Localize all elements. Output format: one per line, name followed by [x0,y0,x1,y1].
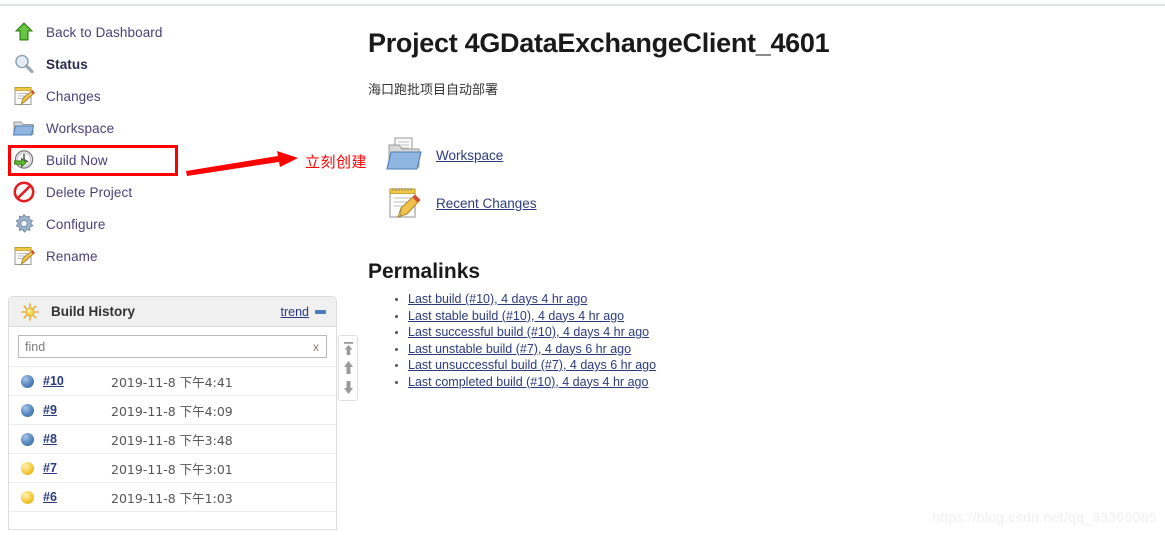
magnifier-icon [12,52,36,76]
build-history-header: Build History trend [9,297,336,327]
build-status-ball [21,403,34,417]
scroll-down-icon[interactable] [342,380,355,395]
notepad-pencil-icon [386,184,424,222]
build-number-link[interactable]: #8 [43,432,111,446]
weather-sun-icon [21,302,39,321]
build-timestamp: 2019-11-8 下午1:03 [111,490,233,506]
list-item: Last successful build (#10), 4 days 4 hr… [408,325,1158,339]
list-item: Last unsuccessful build (#7), 4 days 6 h… [408,358,1158,372]
no-entry-icon [12,180,36,204]
build-history-find-input[interactable] [19,339,326,354]
sidebar-item-label: Status [46,56,88,72]
permalink-link[interactable]: Last unsuccessful build (#7), 4 days 6 h… [408,358,656,372]
build-timestamp: 2019-11-8 下午4:09 [111,403,233,419]
notepad-pencil-icon [12,84,36,108]
permalink-link[interactable]: Last build (#10), 4 days 4 hr ago [408,292,587,306]
build-history-row-spacer [9,511,336,529]
clear-find-icon[interactable]: x [313,339,319,355]
sidebar-tasks: Back to Dashboard Status Changes Workspa… [0,16,345,272]
build-status-ball [21,490,34,504]
project-description: 海口跑批项目自动部署 [368,83,499,98]
build-history-title: Build History [51,304,136,319]
sidebar-item-changes[interactable]: Changes [0,80,345,112]
sidebar-item-label: Back to Dashboard [46,24,163,40]
permalink-link[interactable]: Last completed build (#10), 4 days 4 hr … [408,375,648,389]
sidebar-item-label: Delete Project [46,184,133,200]
build-number-link[interactable]: #10 [43,374,111,388]
build-status-ball [21,374,34,388]
permalink-link[interactable]: Last stable build (#10), 4 days 4 hr ago [408,309,624,323]
workspace-link[interactable]: Workspace [436,148,503,163]
list-item: Last build (#10), 4 days 4 hr ago [408,292,1158,306]
sidebar-item-workspace[interactable]: Workspace [0,112,345,144]
jump-to-top-icon[interactable] [342,341,355,356]
sidebar-item-rename[interactable]: Rename [0,240,345,272]
project-links: Workspace Recent Changes [386,136,1158,222]
build-number-link[interactable]: #7 [43,461,111,475]
build-history-row[interactable]: #9 2019-11-8 下午4:09 [9,395,336,424]
build-history-row[interactable]: #10 2019-11-8 下午4:41 [9,366,336,395]
sidebar-item-status[interactable]: Status [0,48,345,80]
build-timestamp: 2019-11-8 下午4:41 [111,374,233,390]
notepad-pencil-icon [12,244,36,268]
list-item: Last unstable build (#7), 4 days 6 hr ag… [408,342,1158,356]
sidebar-item-configure[interactable]: Configure [0,208,345,240]
clock-play-icon [12,148,36,172]
sidebar-item-label: Configure [46,216,106,232]
up-arrow-icon [12,20,36,44]
permalinks-heading: Permalinks [368,260,481,283]
recent-changes-link-row[interactable]: Recent Changes [386,184,1158,222]
build-number-link[interactable]: #6 [43,490,111,504]
build-history-row[interactable]: #6 2019-11-8 下午1:03 [9,482,336,511]
annotation-arrow-icon [186,151,298,176]
page-title: Project 4GDataExchangeClient_4601 [368,28,830,58]
list-item: Last completed build (#10), 4 days 4 hr … [408,375,1158,389]
scroll-up-icon[interactable] [342,360,355,375]
sidebar-item-label: Build Now [46,152,108,168]
main-content: Project 4GDataExchangeClient_4601 海口跑批项目… [368,26,1158,391]
folder-docs-icon [386,136,424,174]
workspace-link-row[interactable]: Workspace [386,136,1158,174]
sidebar-item-label: Rename [46,248,98,264]
build-history-panel: Build History trend x #10 2019-11-8 下午4:… [8,296,337,530]
build-timestamp: 2019-11-8 下午3:48 [111,432,233,448]
trend-link[interactable]: trend [281,305,310,319]
jenkins-project-page: Back to Dashboard Status Changes Workspa… [0,0,1165,535]
top-divider [0,4,1165,6]
build-number-link[interactable]: #9 [43,403,111,417]
minus-icon[interactable] [315,309,326,314]
sidebar-item-label: Changes [46,88,101,104]
gear-icon [12,212,36,236]
build-history-row[interactable]: #7 2019-11-8 下午3:01 [9,453,336,482]
build-history-scroll-controls [338,335,358,401]
annotation-text: 立刻创建 [305,153,368,171]
list-item: Last stable build (#10), 4 days 4 hr ago [408,309,1158,323]
folder-icon [12,116,36,140]
build-history-row[interactable]: #8 2019-11-8 下午3:48 [9,424,336,453]
sidebar-item-back-to-dashboard[interactable]: Back to Dashboard [0,16,345,48]
find-box: x [18,335,327,358]
permalink-link[interactable]: Last successful build (#10), 4 days 4 hr… [408,325,649,339]
build-status-ball [21,461,34,475]
watermark: https://blog.csdn.net/qq_33369085 [932,509,1157,525]
permalink-link[interactable]: Last unstable build (#7), 4 days 6 hr ag… [408,342,631,356]
recent-changes-link[interactable]: Recent Changes [436,196,537,211]
sidebar-item-label: Workspace [46,120,115,136]
sidebar-item-delete-project[interactable]: Delete Project [0,176,345,208]
build-status-ball [21,432,34,446]
permalinks-list: Last build (#10), 4 days 4 hr ago Last s… [368,292,1158,389]
build-history-body: x #10 2019-11-8 下午4:41 #9 2019-11-8 下午4:… [9,327,336,529]
build-timestamp: 2019-11-8 下午3:01 [111,461,233,477]
find-wrapper: x [9,333,336,366]
